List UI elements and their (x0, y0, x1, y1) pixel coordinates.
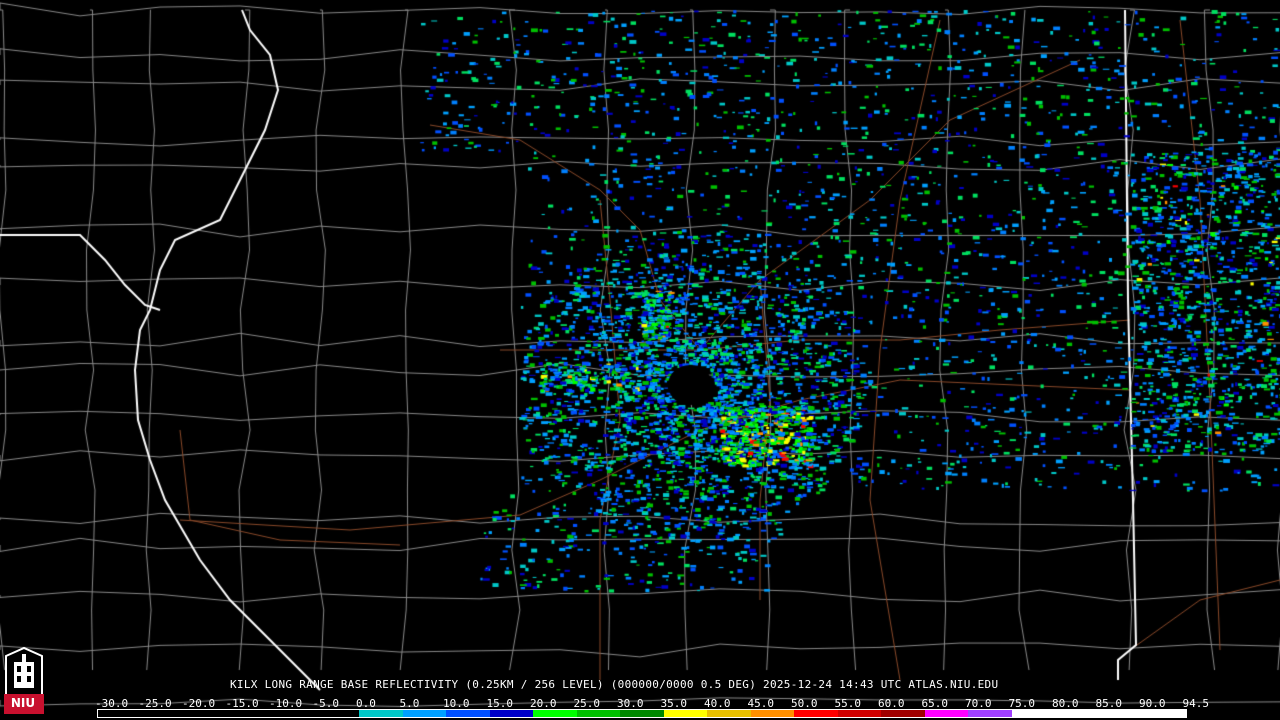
colorbar-label: 35.0 (660, 697, 688, 710)
colorbar-swatch (359, 710, 403, 717)
colorbar-label: 30.0 (617, 697, 644, 710)
colorbar-label: -30.0 (95, 697, 129, 710)
colorbar-label: -15.0 (225, 697, 259, 710)
colorbar-swatch (1098, 710, 1143, 717)
colorbar-label: 90.0 (1139, 697, 1166, 710)
colorbar-swatch (141, 710, 186, 717)
colorbar-swatch (794, 710, 838, 717)
colorbar-swatch (576, 710, 621, 717)
colorbar-swatch (315, 710, 360, 717)
logo-text: NIU (10, 696, 36, 710)
colorbar-swatch (1142, 710, 1186, 717)
colorbar-label: 70.0 (965, 697, 992, 710)
colorbar-label: 20.0 (530, 697, 557, 710)
colorbar-swatch (620, 710, 664, 717)
colorbar-label: -20.0 (182, 697, 216, 710)
colorbar-swatch (924, 710, 969, 717)
colorbar-swatch (489, 710, 534, 717)
colorbar-label: 55.0 (834, 697, 862, 710)
colorbar-swatch (402, 710, 447, 717)
radar-map (0, 0, 1280, 720)
colorbar-label: -5.0 (312, 697, 340, 710)
colorbar-swatch (881, 710, 925, 717)
colorbar-label: 0.0 (356, 697, 376, 710)
colorbar-label: 94.5 (1182, 697, 1210, 710)
colorbar-label: 65.0 (921, 697, 949, 710)
colorbar-swatch (533, 710, 577, 717)
colorbar-swatch (837, 710, 882, 717)
colorbar-swatch (185, 710, 229, 717)
colorbar-swatch (707, 710, 751, 717)
colorbar-label: 60.0 (878, 697, 905, 710)
colorbar-swatch (272, 710, 316, 717)
colorbar-label: 40.0 (704, 697, 731, 710)
colorbar-label: -10.0 (269, 697, 303, 710)
colorbar-label: 10.0 (443, 697, 470, 710)
colorbar-swatch (446, 710, 490, 717)
colorbar-swatch (663, 710, 708, 717)
colorbar-label: 75.0 (1008, 697, 1036, 710)
colorbar-swatch (228, 710, 273, 717)
colorbar-swatch (750, 710, 795, 717)
colorbar-label: 25.0 (573, 697, 601, 710)
colorbar-swatch (968, 710, 1012, 717)
colorbar-label: 80.0 (1052, 697, 1079, 710)
product-title: KILX LONG RANGE BASE REFLECTIVITY (0.25K… (230, 678, 999, 691)
colorbar-label: 45.0 (747, 697, 775, 710)
colorbar-swatch (1011, 710, 1056, 717)
colorbar-swatch (1055, 710, 1099, 717)
colorbar-label: 15.0 (486, 697, 514, 710)
colorbar-label: 50.0 (791, 697, 818, 710)
colorbar-label: 85.0 (1095, 697, 1123, 710)
colorbar-swatch (98, 710, 142, 717)
colorbar-strip (97, 709, 1187, 718)
colorbar-label: -25.0 (138, 697, 172, 710)
colorbar-label: 5.0 (399, 697, 420, 710)
